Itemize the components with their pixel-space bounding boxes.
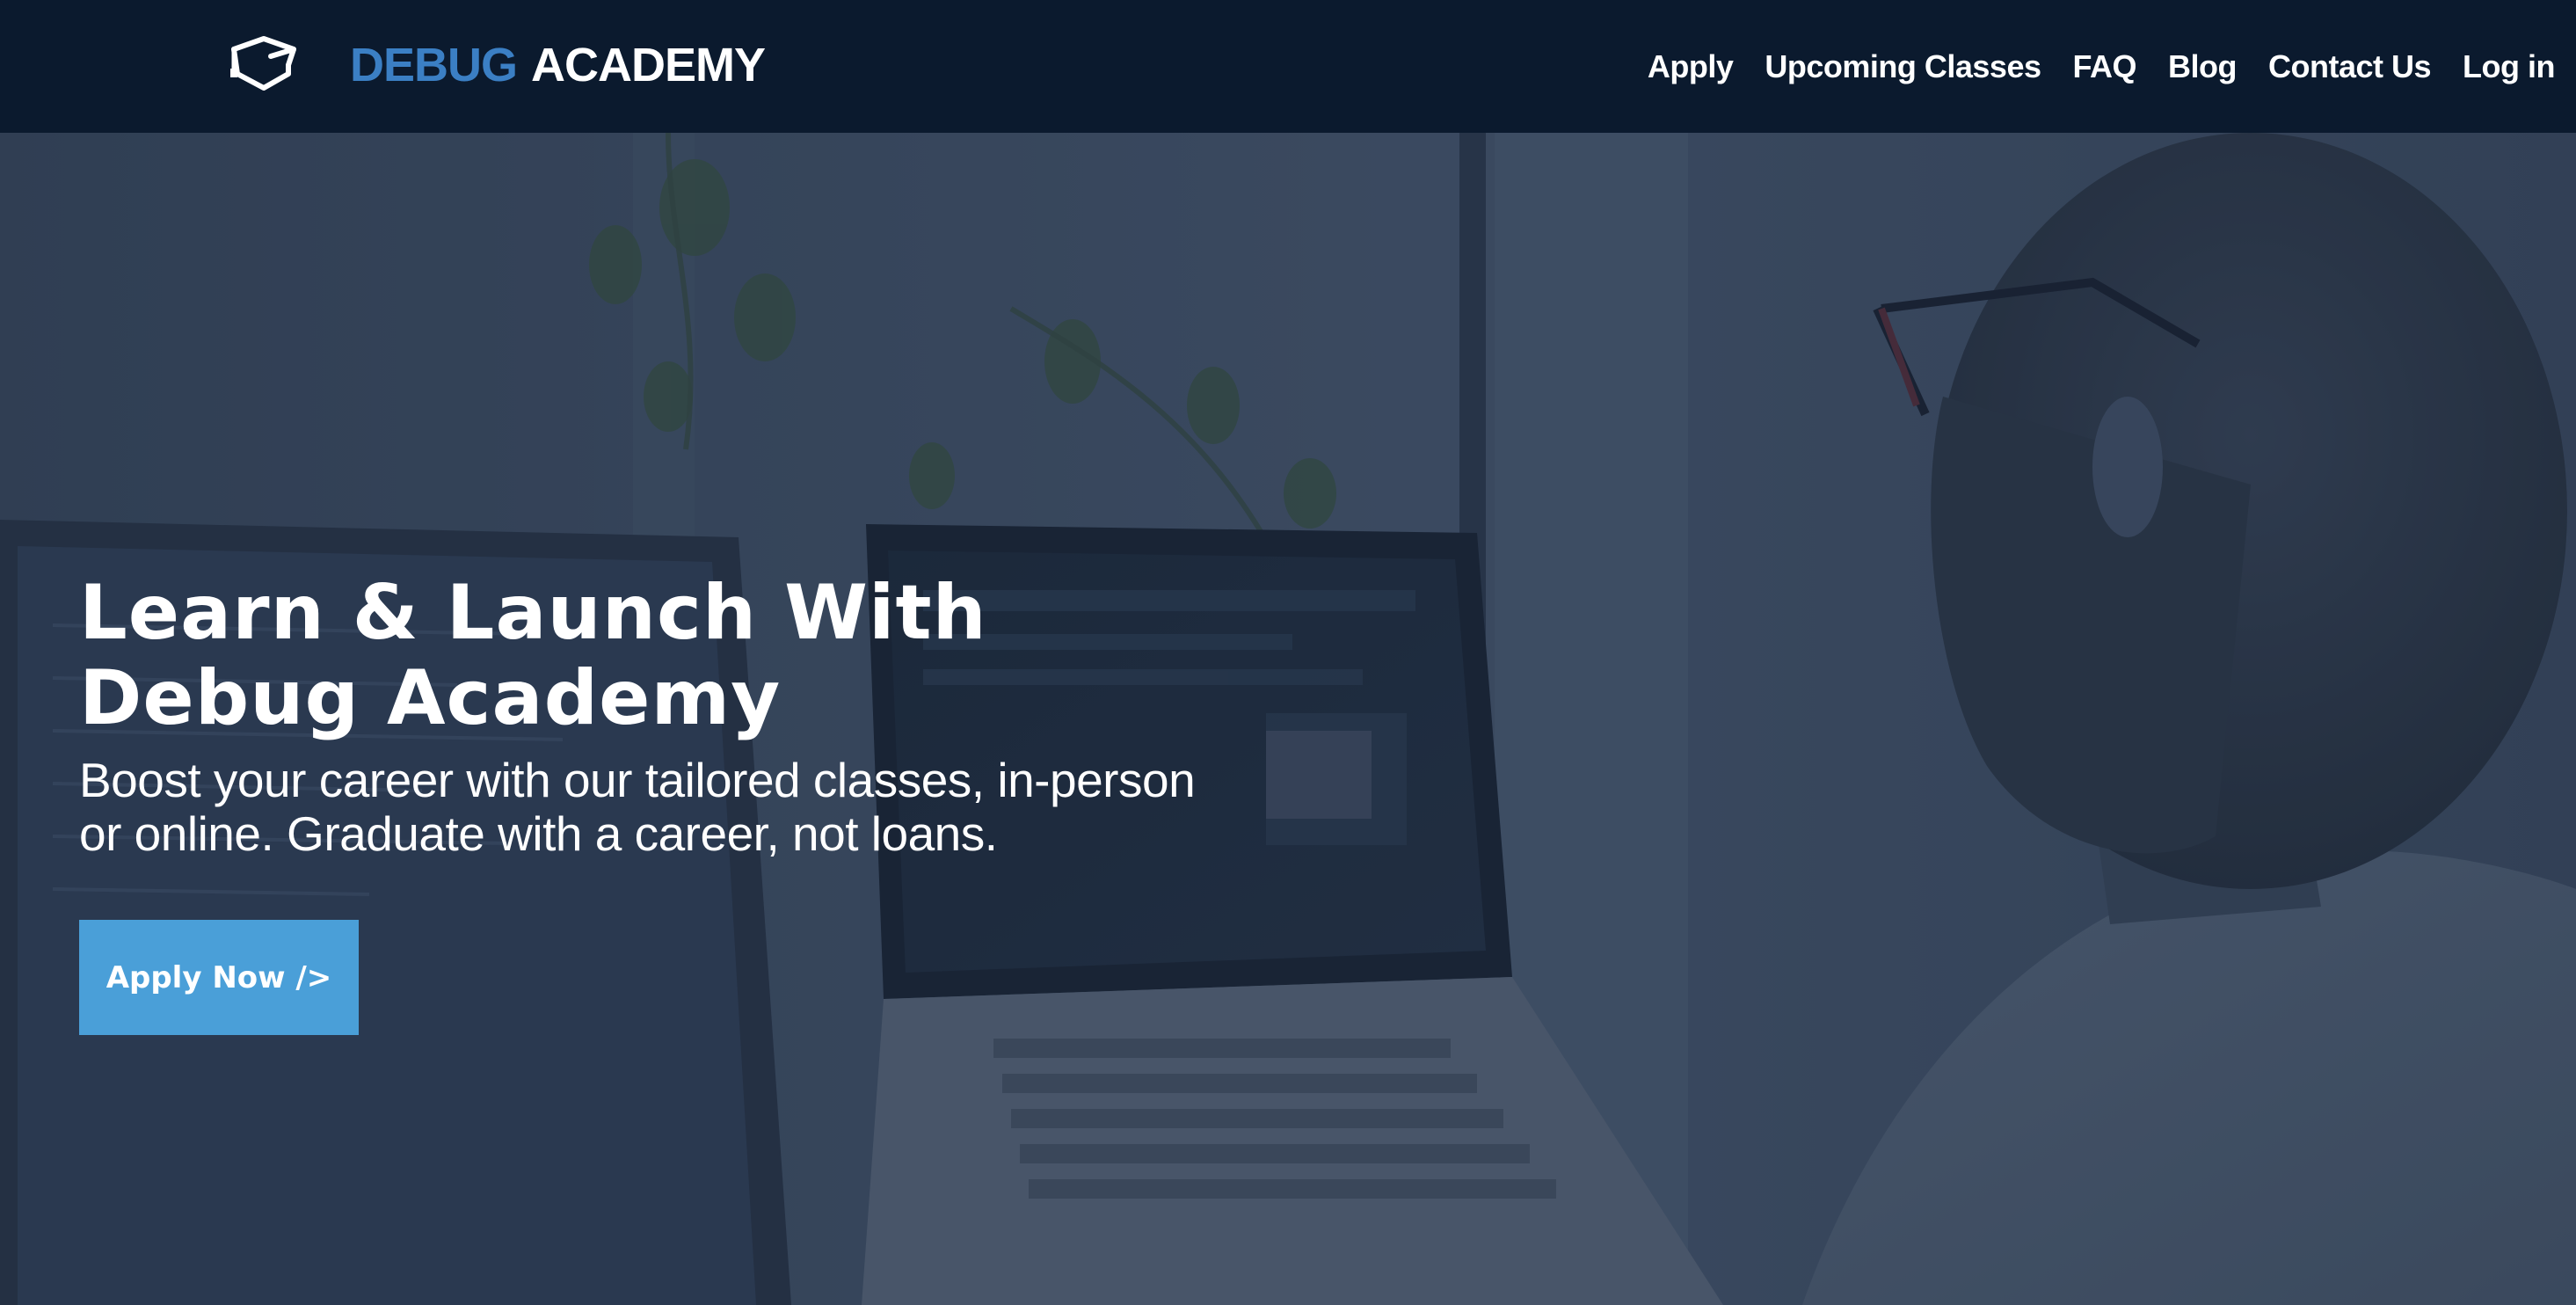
hero-title: Learn & Launch With Debug Academy <box>79 571 1398 741</box>
logo-word-academy: ACADEMY <box>531 39 766 91</box>
nav-faq[interactable]: FAQ <box>2073 48 2137 85</box>
logo-link[interactable]: DEBUG ACADEMY <box>225 30 766 100</box>
apply-now-button[interactable]: Apply Now /> <box>79 920 359 1035</box>
hero-title-line-1: Learn & Launch With <box>79 569 987 657</box>
graduation-cap-icon <box>230 36 296 91</box>
hero-subtitle: Boost your career with our tailored clas… <box>79 754 1240 861</box>
nav-log-in[interactable]: Log in <box>2463 48 2555 85</box>
nav-apply[interactable]: Apply <box>1648 48 1734 85</box>
nav-upcoming-classes[interactable]: Upcoming Classes <box>1765 48 2041 85</box>
logo-text: DEBUG ACADEMY <box>350 39 766 91</box>
hero-title-line-2: Debug Academy <box>79 654 782 742</box>
page: DEBUG ACADEMY Apply Upcoming Classes FAQ … <box>0 0 2576 1305</box>
hero-content: Learn & Launch With Debug Academy Boost … <box>79 571 1398 861</box>
hero-subtitle-line-1: Boost your career with our tailored clas… <box>79 753 1196 807</box>
main-nav: Apply Upcoming Classes FAQ Blog Contact … <box>1616 0 2556 133</box>
nav-contact-us[interactable]: Contact Us <box>2268 48 2432 85</box>
logo-word-debug: DEBUG <box>350 39 518 91</box>
hero-subtitle-line-2: or online. Graduate with a career, not l… <box>79 806 998 861</box>
nav-blog[interactable]: Blog <box>2168 48 2237 85</box>
hero-section: Learn & Launch With Debug Academy Boost … <box>0 133 2576 1305</box>
site-header: DEBUG ACADEMY Apply Upcoming Classes FAQ … <box>0 0 2576 133</box>
